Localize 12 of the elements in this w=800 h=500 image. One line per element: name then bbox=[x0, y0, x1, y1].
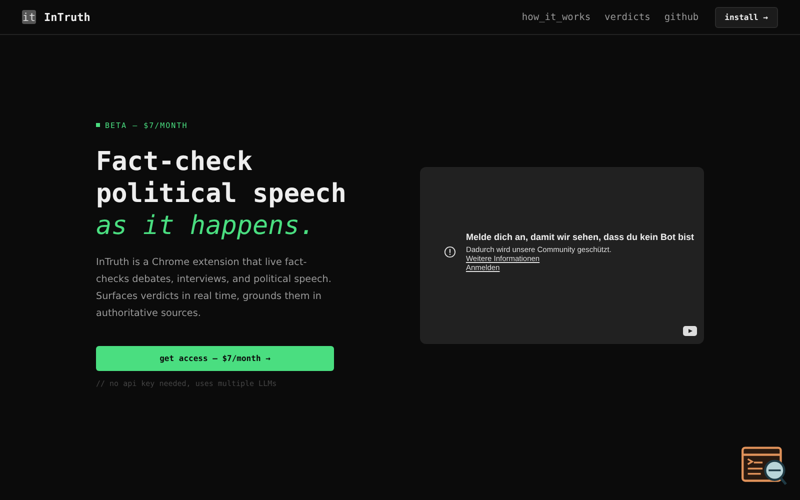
get-access-button[interactable]: get access — $7/month → bbox=[96, 346, 334, 370]
install-button[interactable]: install → bbox=[714, 6, 778, 28]
logo-mark[interactable]: it bbox=[22, 10, 36, 24]
hero-description: InTruth is a Chrome extension that live fact-checks debates, interviews, and political speech. Surfaces verdicts in real time, grounds them in authoritative sources. bbox=[96, 256, 332, 320]
hero-title: Fact-check political speech bbox=[96, 146, 348, 210]
hero-accent: as it happens. bbox=[96, 210, 316, 242]
brand-name[interactable]: InTruth bbox=[44, 10, 90, 24]
video-logo-icon[interactable] bbox=[683, 326, 697, 336]
nav-link[interactable]: how_it_works bbox=[522, 12, 591, 22]
nav-link[interactable]: github bbox=[664, 12, 699, 22]
signin-heading: Melde dich an, damit wir sehen, dass du kein Bot bist bbox=[466, 232, 694, 242]
nav-link[interactable]: verdicts bbox=[604, 12, 650, 22]
